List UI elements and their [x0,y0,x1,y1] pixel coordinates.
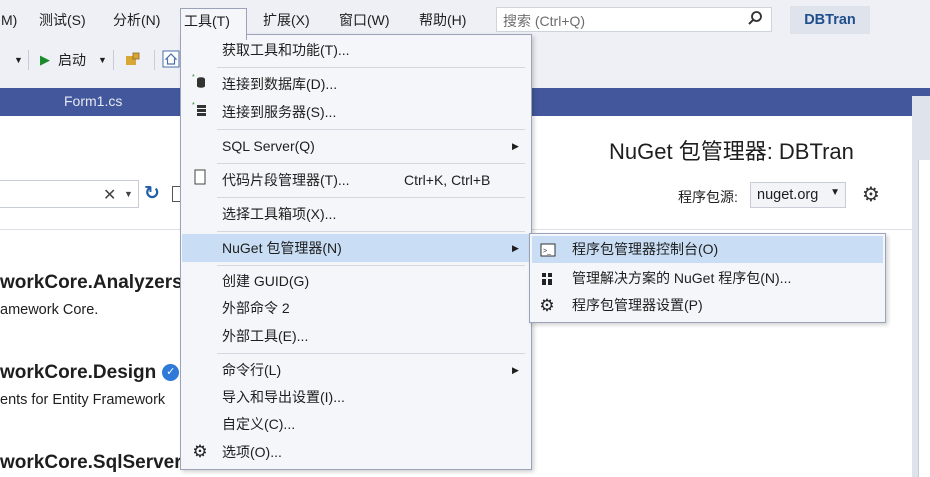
tab-form1[interactable]: Form1.cs [64,93,122,109]
package-description: amework Core. [0,302,99,318]
search-placeholder: 搜索 (Ctrl+Q) [503,13,586,29]
package-name[interactable]: workCore.Analyzers [0,272,183,294]
home-icon[interactable] [162,50,180,72]
menu-item-options[interactable]: ⚙ 选项(O)... [181,439,531,465]
scrollbar[interactable] [918,160,930,477]
start-button[interactable]: 启动 [58,49,86,71]
menu-item-import-export[interactable]: 导入和导出设置(I)... [181,384,531,410]
toolbar-divider [28,50,29,70]
svg-text:*: * [192,102,195,109]
snippet-icon [189,167,211,193]
verified-icon: ✓ [162,364,180,382]
menu-item-label: 管理解决方案的 NuGet 程序包(N)... [572,270,792,286]
menu-item-connect-server[interactable]: * 连接到服务器(S)... [181,99,531,125]
menu-item-label: 导入和导出设置(I)... [222,389,345,405]
gear-icon: ⚙ [539,296,555,315]
svg-text:>_: >_ [543,248,551,255]
play-icon[interactable]: ▶ [40,49,50,71]
start-dropdown-arrow-icon[interactable]: ▼ [98,49,107,71]
toolbar-divider [113,50,114,70]
menu-item-snippet-manager[interactable]: 代码片段管理器(T)... Ctrl+K, Ctrl+B [181,167,531,193]
menu-separator [217,67,525,68]
gear-icon[interactable]: ⚙ [862,182,880,207]
menu-item-label: 自定义(C)... [222,416,296,432]
submenu-arrow-icon: ▶ [512,243,519,253]
submenu-arrow-icon: ▶ [512,365,519,375]
solution-name: DBTran [790,6,870,34]
menu-item-label: 命令行(L) [222,362,282,378]
menu-item-test[interactable]: 测试(S) [36,9,89,31]
gear-icon: ⚙ [192,442,208,461]
side-panel-strip [912,96,930,477]
menu-item-sql-server[interactable]: SQL Server(Q) ▶ [181,133,531,159]
menu-separator [217,353,525,354]
menu-item-label: SQL Server(Q) [222,138,315,154]
package-name[interactable]: workCore.Design ✓ [0,362,180,384]
menu-separator [217,265,525,266]
menu-item-label: 连接到服务器(S)... [222,104,337,120]
menu-item-label: 选项(O)... [222,444,282,460]
menu-item-label: NuGet 包管理器(N) [222,240,342,256]
search-icon [747,10,763,30]
package-description: ents for Entity Framework [0,392,166,408]
package-source-label: 程序包源: [678,189,738,205]
menu-item-label: 外部命令 2 [222,300,290,316]
svg-text:*: * [192,74,195,81]
menu-item-tools[interactable]: 工具(T) [180,8,247,40]
menu-item-extensions[interactable]: 扩展(X) [260,9,313,31]
packages-icon [537,265,557,292]
menu-item-customize[interactable]: 自定义(C)... [181,411,531,437]
submenu-item-manage-packages[interactable]: 管理解决方案的 NuGet 程序包(N)... [530,265,885,292]
package-search-input[interactable] [0,180,139,208]
close-icon[interactable]: ✕ [103,185,116,205]
package-name[interactable]: workCore.SqlServer [0,452,182,474]
menu-item-label: 程序包管理器设置(P) [572,297,703,313]
submenu-item-package-settings[interactable]: ⚙ 程序包管理器设置(P) [530,292,885,319]
menu-item-label: 外部工具(E)... [222,328,309,344]
menu-separator [217,197,525,198]
folder-icon[interactable] [124,50,142,72]
menu-item-connect-database[interactable]: * 连接到数据库(D)... [181,71,531,97]
menu-item-external-tools[interactable]: 外部工具(E)... [181,323,531,349]
menu-separator [217,129,525,130]
config-dropdown-arrow-icon[interactable]: ▼ [14,49,23,71]
menu-item-analyze[interactable]: 分析(N) [110,9,163,31]
package-source-value: nuget.org [757,187,819,203]
console-icon: >_ [538,236,558,263]
submenu-item-console[interactable]: >_ 程序包管理器控制台(O) [532,236,883,263]
page-title: NuGet 包管理器: DBTran [609,139,854,164]
menu-item-truncated[interactable]: M) [0,9,20,31]
submenu-arrow-icon: ▶ [512,141,519,151]
refresh-icon[interactable]: ↻ [144,182,160,205]
menu-separator [217,231,525,232]
menu-item-get-tools[interactable]: 获取工具和功能(T)... [181,37,531,63]
menu-item-nuget[interactable]: NuGet 包管理器(N) ▶ [182,234,530,262]
server-connect-icon: * [189,99,211,125]
menu-item-label: 获取工具和功能(T)... [222,42,350,58]
menu-item-choose-toolbox[interactable]: 选择工具箱项(X)... [181,201,531,227]
menu-item-window[interactable]: 窗口(W) [336,9,393,31]
menu-item-help[interactable]: 帮助(H) [416,9,469,31]
database-connect-icon: * [189,71,211,97]
menu-item-external-command[interactable]: 外部命令 2 [181,295,531,321]
nuget-submenu: >_ 程序包管理器控制台(O) 管理解决方案的 NuGet 程序包(N)... … [529,233,886,323]
menu-item-shortcut: Ctrl+K, Ctrl+B [404,172,491,188]
chevron-down-icon[interactable]: ▼ [124,189,133,199]
menu-item-create-guid[interactable]: 创建 GUID(G) [181,268,531,294]
package-source-select[interactable]: nuget.org ▼ [750,182,846,208]
menu-item-label: 代码片段管理器(T)... [222,172,350,188]
package-name-text: workCore.Design [0,362,157,383]
menu-separator [217,163,525,164]
menu-item-label: 选择工具箱项(X)... [222,206,337,222]
toolbar-divider [154,50,155,70]
menu-item-label: 程序包管理器控制台(O) [572,241,719,257]
tools-menu: 获取工具和功能(T)... * 连接到数据库(D)... * 连接到服务器(S)… [180,34,532,470]
menu-item-label: 连接到数据库(D)... [222,76,338,92]
chevron-down-icon: ▼ [830,187,840,198]
menu-item-label: 创建 GUID(G) [222,273,310,289]
search-input[interactable]: 搜索 (Ctrl+Q) [496,7,772,32]
menu-item-command-line[interactable]: 命令行(L) ▶ [181,357,531,383]
